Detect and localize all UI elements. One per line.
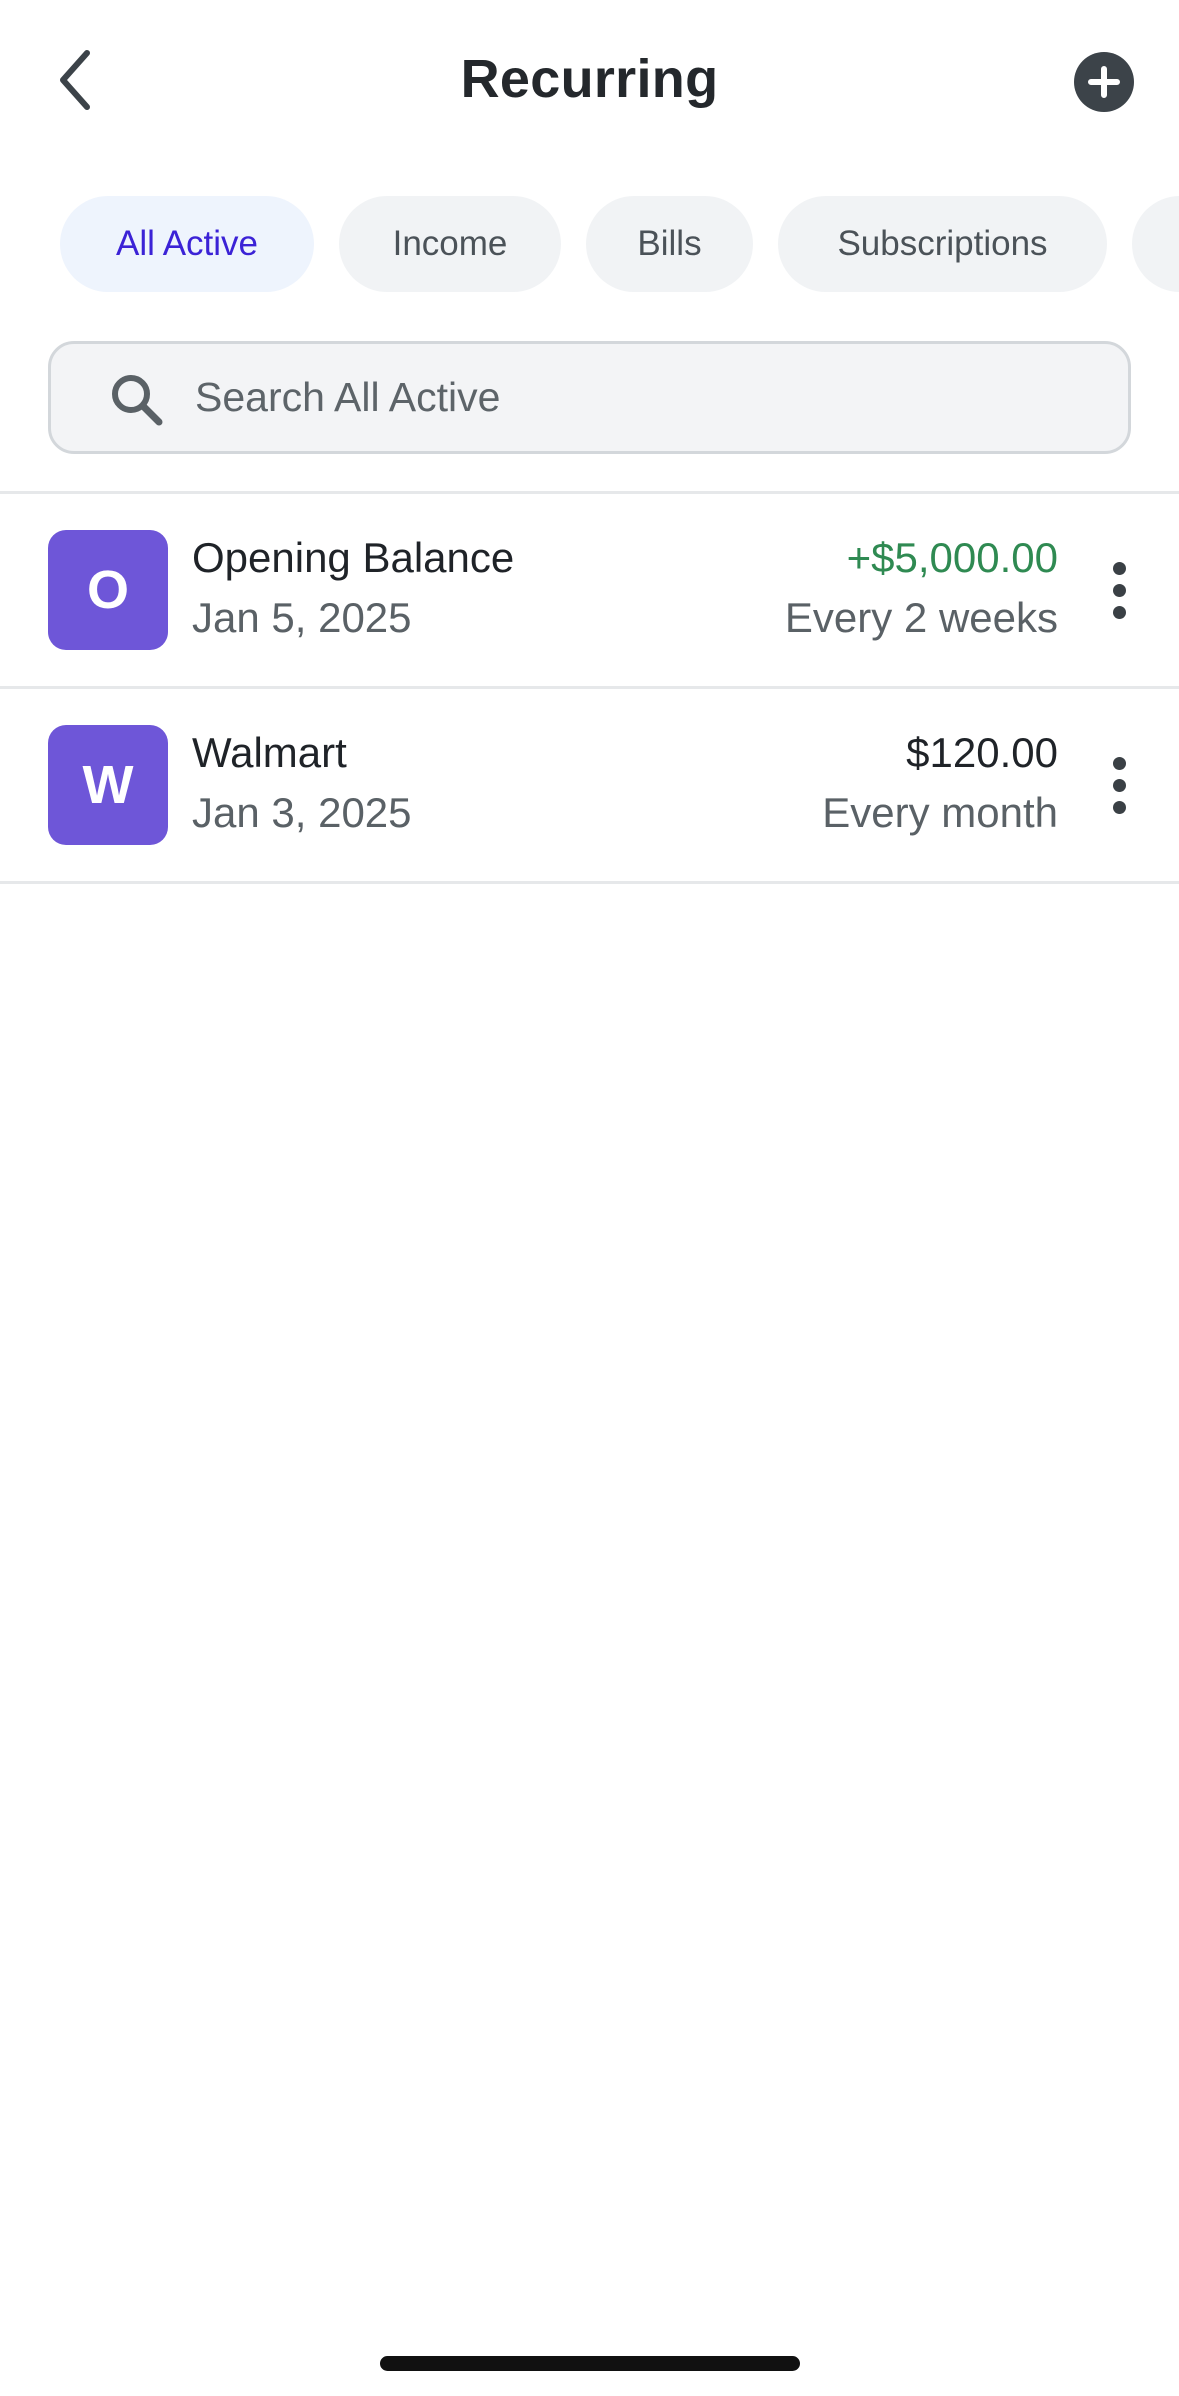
recurring-screen: Recurring All Active Income Bills Subscr… [0, 0, 1179, 2396]
home-indicator[interactable] [380, 2356, 800, 2371]
tab-all-active[interactable]: All Active [60, 196, 314, 292]
list-item[interactable]: W Walmart Jan 3, 2025 $120.00 Every mont… [0, 689, 1179, 881]
header: Recurring [0, 0, 1179, 165]
item-amount: $120.00 [906, 729, 1058, 776]
divider [0, 881, 1179, 884]
more-options-button[interactable] [1094, 540, 1144, 640]
dot [1112, 800, 1126, 814]
filter-tabs: All Active Income Bills Subscriptions [0, 196, 1179, 292]
tab-subscriptions[interactable]: Subscriptions [778, 196, 1107, 292]
item-frequency: Every 2 weeks [784, 594, 1058, 641]
avatar: O [48, 530, 168, 650]
search-input[interactable] [195, 344, 1095, 451]
item-name: Walmart [192, 729, 347, 776]
item-date: Jan 5, 2025 [192, 594, 412, 641]
dot [1112, 605, 1126, 619]
plus-icon [1088, 66, 1120, 98]
dot [1112, 778, 1126, 792]
dot [1112, 583, 1126, 597]
dot [1112, 561, 1126, 575]
list-item[interactable]: O Opening Balance Jan 5, 2025 +$5,000.00… [0, 494, 1179, 686]
search-icon [112, 375, 163, 426]
item-date: Jan 3, 2025 [192, 789, 412, 836]
item-name: Opening Balance [192, 534, 515, 581]
tab-more[interactable] [1132, 196, 1179, 292]
avatar: W [48, 725, 168, 845]
item-frequency: Every month [822, 789, 1058, 836]
search-bar[interactable] [48, 341, 1131, 454]
tab-income[interactable]: Income [339, 196, 561, 292]
tab-bills[interactable]: Bills [586, 196, 753, 292]
dot [1112, 756, 1126, 770]
page-title: Recurring [460, 49, 719, 109]
add-recurring-button[interactable] [1074, 52, 1134, 112]
more-options-button[interactable] [1094, 735, 1144, 835]
item-amount: +$5,000.00 [846, 534, 1058, 581]
